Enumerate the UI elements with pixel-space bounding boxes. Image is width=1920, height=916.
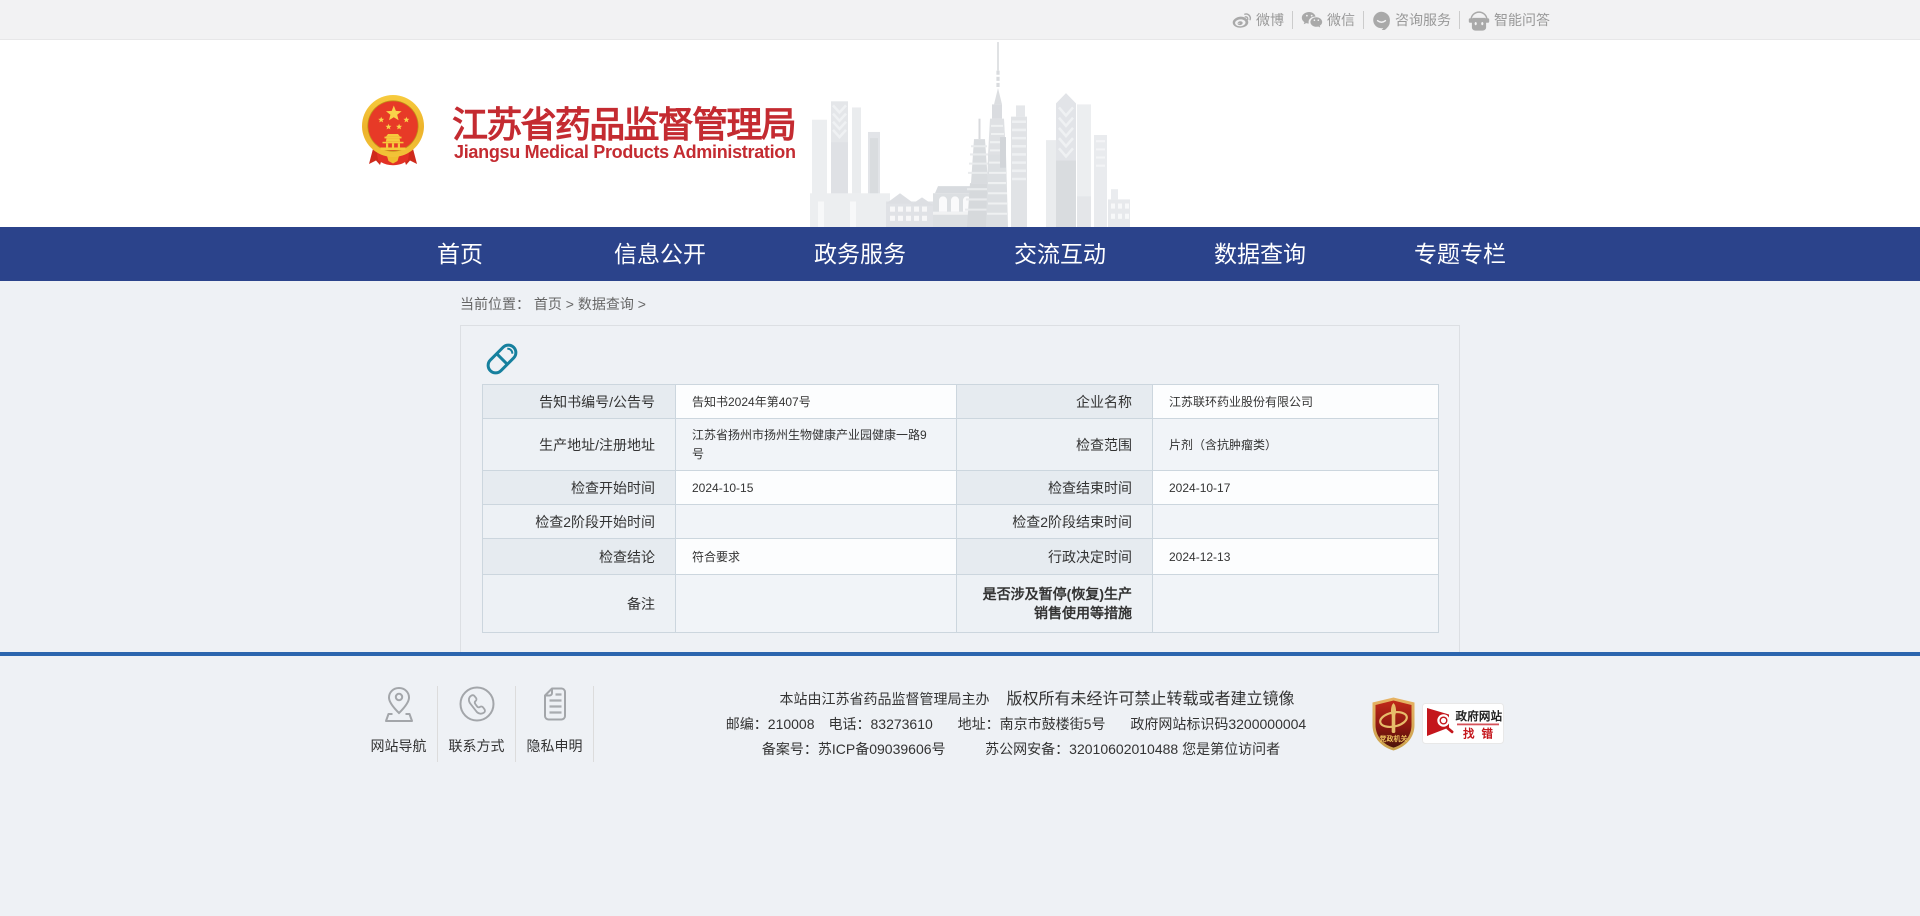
svg-text:找错: 找错 — [1463, 727, 1500, 741]
svg-text:政府网站: 政府网站 — [1456, 709, 1503, 723]
svg-text:党政机关: 党政机关 — [1380, 734, 1408, 743]
